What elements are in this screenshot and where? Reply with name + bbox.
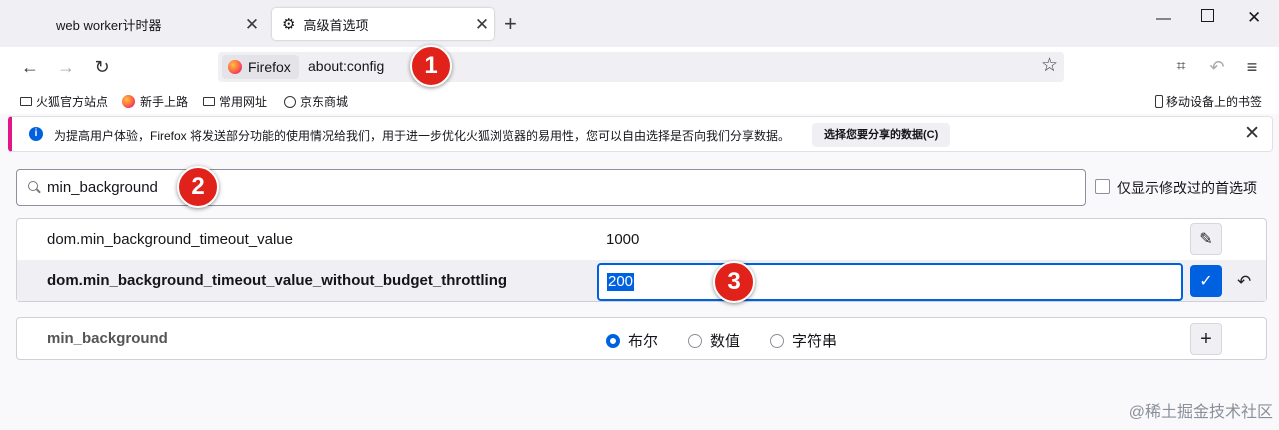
close-icon[interactable]: ✕: [1244, 123, 1260, 145]
url-bar[interactable]: Firefox about:config ☆: [218, 52, 1064, 82]
edit-button[interactable]: ✎: [1190, 223, 1222, 255]
tab-title: web worker计时器: [56, 17, 162, 33]
pref-name: dom.min_background_timeout_value_without…: [47, 272, 508, 289]
tab-strip: web worker计时器 ✕ ⚙ 高级首选项 ✕ + — ✕: [0, 0, 1279, 47]
firefox-icon: [228, 60, 242, 74]
plus-icon: +: [1200, 327, 1212, 350]
bookmark-item[interactable]: 常用网址: [203, 93, 267, 110]
choose-data-button[interactable]: 选择您要分享的数据(C): [812, 123, 951, 147]
forward-arrow-icon[interactable]: →: [54, 55, 78, 79]
globe-icon: [284, 95, 296, 108]
firefox-icon: [122, 95, 135, 108]
identity-label: Firefox: [248, 59, 291, 75]
mobile-bookmarks[interactable]: 移动设备上的书签: [1155, 93, 1262, 110]
reload-icon[interactable]: ↻: [90, 55, 114, 79]
pref-value: 1000: [606, 231, 640, 248]
table-row: dom.min_background_timeout_value_without…: [17, 260, 1266, 301]
add-button[interactable]: +: [1190, 323, 1222, 355]
navigation-toolbar: ← → ↻ Firefox about:config ☆ ⌗ ↶ ≡: [0, 47, 1279, 87]
pref-value-selected-text: 200: [607, 273, 635, 291]
type-radio-number[interactable]: 数值: [688, 330, 740, 351]
bookmarks-toolbar: 火狐官方站点 新手上路 常用网址 京东商城 移动设备上的书签: [0, 87, 1279, 114]
hamburger-menu-icon[interactable]: ≡: [1240, 55, 1264, 79]
data-sharing-notification: i 为提高用户体验，Firefox 将发送部分功能的使用情况给我们，用于进一步优…: [8, 116, 1273, 152]
type-radio-string[interactable]: 字符串: [770, 330, 837, 351]
reset-arrow-icon[interactable]: ↶: [1237, 272, 1251, 292]
radio-dot: [770, 333, 784, 348]
identity-box[interactable]: Firefox: [222, 55, 299, 79]
maximize-icon[interactable]: [1201, 9, 1214, 22]
new-tab-button[interactable]: +: [504, 12, 517, 36]
annotation-badge-1: 1: [410, 45, 452, 87]
bookmark-label: 火狐官方站点: [36, 95, 109, 109]
bookmark-label: 京东商城: [300, 95, 349, 109]
bookmark-item[interactable]: 新手上路: [122, 93, 188, 110]
radio-dot: [688, 333, 702, 348]
info-icon: i: [29, 127, 43, 141]
minimize-icon[interactable]: —: [1156, 10, 1171, 27]
radio-dot: [606, 333, 620, 348]
show-modified-only-label: 仅显示修改过的首选项: [1117, 180, 1257, 196]
mobile-device-icon: [1155, 95, 1163, 108]
save-button[interactable]: ✓: [1190, 265, 1222, 297]
pref-name: dom.min_background_timeout_value: [47, 231, 293, 248]
back-arrow-icon[interactable]: ←: [18, 55, 42, 79]
bookmark-star-icon[interactable]: ☆: [1041, 56, 1058, 76]
type-radio-boolean[interactable]: 布尔: [606, 330, 658, 351]
preferences-table: dom.min_background_timeout_value 1000 ✎ …: [16, 218, 1267, 302]
mobile-bookmarks-label: 移动设备上的书签: [1166, 95, 1263, 109]
folder-icon: [20, 97, 32, 106]
close-tab-icon[interactable]: ✕: [470, 16, 494, 33]
search-icon: [28, 181, 38, 191]
tab-web-worker[interactable]: web worker计时器 ✕: [8, 8, 264, 40]
pencil-icon: ✎: [1199, 231, 1213, 248]
checkmark-icon: ✓: [1199, 273, 1213, 290]
close-tab-icon[interactable]: ✕: [240, 16, 264, 33]
url-text[interactable]: about:config: [308, 58, 384, 74]
table-row: dom.min_background_timeout_value 1000 ✎: [17, 219, 1266, 260]
tab-title: 高级首选项: [303, 17, 369, 33]
undo-arrow-icon[interactable]: ↶: [1205, 55, 1229, 79]
bookmark-label: 常用网址: [219, 95, 268, 109]
tab-advanced-preferences[interactable]: ⚙ 高级首选项 ✕: [272, 8, 494, 40]
annotation-badge-2: 2: [177, 166, 219, 208]
bookmark-item[interactable]: 京东商城: [284, 93, 348, 110]
radio-label: 数值: [710, 333, 741, 350]
annotation-badge-3: 3: [713, 261, 755, 303]
show-modified-only-checkbox[interactable]: [1095, 179, 1110, 194]
new-preference-row: min_background 布尔 数值 字符串 +: [16, 317, 1267, 360]
watermark: @稀土掘金技术社区: [1128, 404, 1273, 421]
pref-value-editor[interactable]: [597, 263, 1183, 301]
radio-label: 布尔: [628, 333, 659, 350]
gear-icon: ⚙: [282, 16, 296, 33]
bookmark-item[interactable]: 火狐官方站点: [20, 93, 108, 110]
bookmark-label: 新手上路: [140, 95, 189, 109]
window-close-icon[interactable]: ✕: [1247, 8, 1261, 28]
radio-label: 字符串: [792, 333, 838, 350]
notification-text: 为提高用户体验，Firefox 将发送部分功能的使用情况给我们，用于进一步优化火…: [54, 129, 791, 143]
new-pref-name: min_background: [47, 330, 168, 347]
folder-icon: [203, 97, 215, 106]
crop-screenshot-icon[interactable]: ⌗: [1169, 55, 1193, 79]
